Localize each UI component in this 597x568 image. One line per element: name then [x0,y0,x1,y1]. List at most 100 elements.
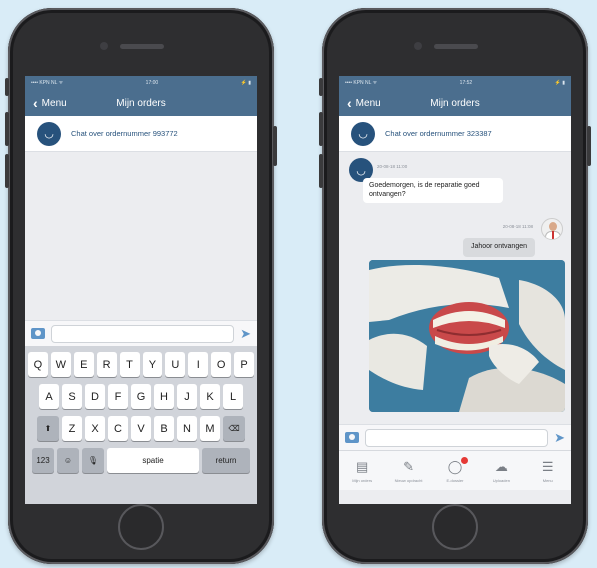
chat-messages-area[interactable]: ◡ 20-08-18 11:00 Goedemorgen, is de repa… [339,152,571,424]
message-input-bar: ➤ [339,424,571,450]
mic-key[interactable]: 🎙 [82,448,104,473]
user-avatar [541,218,563,240]
attached-photo-dentures[interactable] [369,260,565,412]
chevron-left-icon: ‹ [33,95,38,111]
key-g[interactable]: G [131,384,151,409]
key-z[interactable]: Z [62,416,82,441]
carrier-text: •••• KPN NL ᯤ [345,80,378,86]
screen-left: •••• KPN NL ᯤ 17:00 ⚡ ▮ ‹ Menu Mijn orde… [25,76,257,504]
status-bar: •••• KPN NL ᯤ 17:00 ⚡ ▮ [25,76,257,90]
key-m[interactable]: M [200,416,220,441]
incoming-message: Goedemorgen, is de reparatie goed ontvan… [363,178,503,203]
phone-right: •••• KPN NL ᯤ 17:52 ⚡ ▮ ‹ Menu Mijn orde… [319,8,591,564]
key-s[interactable]: S [62,384,82,409]
space-key[interactable]: spatie [107,448,199,473]
key-j[interactable]: J [177,384,197,409]
key-u[interactable]: U [165,352,186,377]
message-time: 20-08-18 11:08 [502,224,533,229]
home-button[interactable] [432,504,478,550]
key-k[interactable]: K [200,384,220,409]
chat-icon: ◯ [448,456,469,475]
volume-up-button [319,112,323,146]
chat-title: Chat over ordernummer 323387 [385,129,492,138]
key-a[interactable]: A [39,384,59,409]
keyboard-row-1: Q W E R T Y U I O P [27,352,255,377]
tab-label: E-dossier [446,477,464,483]
volume-down-button [5,154,9,188]
key-n[interactable]: N [177,416,197,441]
camera-icon[interactable] [31,328,45,339]
nav-bar: ‹ Menu Mijn orders [339,90,571,116]
back-label: Menu [41,97,67,109]
keyboard: Q W E R T Y U I O P A S D F G H J K L ⬆ … [25,346,257,504]
key-r[interactable]: R [96,352,117,377]
emoji-key[interactable]: ☺ [57,448,79,473]
key-e[interactable]: E [73,352,94,377]
shift-key[interactable]: ⬆ [37,416,59,441]
back-label: Menu [355,97,381,109]
message-time: 20-08-18 11:00 [377,164,408,169]
keyboard-row-4: 123 ☺ 🎙 spatie return [28,448,254,473]
message-input[interactable] [51,324,235,343]
key-v[interactable]: V [131,416,151,441]
camera-icon[interactable] [345,432,359,443]
speaker-grille [120,44,164,49]
key-x[interactable]: X [85,416,105,441]
return-key[interactable]: return [202,448,250,473]
clock-text: 17:00 [145,80,159,86]
key-p[interactable]: P [234,352,255,377]
key-y[interactable]: Y [142,352,163,377]
smile-logo-icon: ◡ [37,121,61,146]
pen-icon: ✎ [403,458,415,474]
key-b[interactable]: B [154,416,174,441]
tab-uploaden[interactable]: ☁ Uploaden [479,459,523,483]
tab-mijn-orders[interactable]: ▤ Mijn orders [340,459,384,483]
numbers-key[interactable]: 123 [32,448,54,473]
outgoing-message: Jahoor ontvangen [462,238,535,257]
battery-icon: ⚡ ▮ [554,80,565,86]
home-button[interactable] [118,504,164,550]
backspace-key[interactable]: ⌫ [223,416,245,441]
key-o[interactable]: O [211,352,232,377]
back-button[interactable]: ‹ Menu [25,96,67,110]
key-l[interactable]: L [223,384,243,409]
phone-left: •••• KPN NL ᯤ 17:00 ⚡ ▮ ‹ Menu Mijn orde… [5,8,277,564]
key-w[interactable]: W [50,352,71,377]
key-h[interactable]: H [154,384,174,409]
tab-e-dossier[interactable]: ◯ E-dossier [433,456,477,483]
key-f[interactable]: F [108,384,128,409]
status-bar: •••• KPN NL ᯤ 17:52 ⚡ ▮ [339,76,571,90]
tab-nieuw-opdracht[interactable]: ✎ Nieuw opdracht [387,459,431,483]
tab-label: Menu [542,477,553,483]
back-button[interactable]: ‹ Menu [339,96,381,110]
volume-up-button [5,112,9,146]
key-c[interactable]: C [108,416,128,441]
chat-title: Chat over ordernummer 993772 [71,129,178,138]
key-d[interactable]: D [85,384,105,409]
menu-icon: ☰ [541,458,554,474]
front-camera [414,42,422,50]
volume-down-button [319,154,323,188]
mute-switch [5,78,9,96]
clock-text: 17:52 [459,80,473,86]
tab-bar: ▤ Mijn orders ✎ Nieuw opdracht ◯ E-dossi… [339,450,571,490]
tab-label: Nieuw opdracht [394,477,423,483]
upload-icon: ☁ [494,458,508,474]
chevron-left-icon: ‹ [347,95,352,111]
tab-menu[interactable]: ☰ Menu [526,459,570,483]
key-q[interactable]: Q [27,352,48,377]
front-camera [100,42,108,50]
key-t[interactable]: T [119,352,140,377]
mute-switch [319,78,323,96]
smile-logo-icon: ◡ [351,121,375,146]
chat-messages-area[interactable] [25,152,257,320]
message-input[interactable] [365,428,549,447]
send-icon[interactable]: ➤ [240,327,251,340]
speaker-grille [434,44,478,49]
battery-icon: ⚡ ▮ [240,80,251,86]
key-i[interactable]: I [188,352,209,377]
screen-right: •••• KPN NL ᯤ 17:52 ⚡ ▮ ‹ Menu Mijn orde… [339,76,571,504]
tab-label: Mijn orders [352,477,373,483]
send-icon[interactable]: ➤ [554,431,565,444]
notification-badge [461,456,469,464]
